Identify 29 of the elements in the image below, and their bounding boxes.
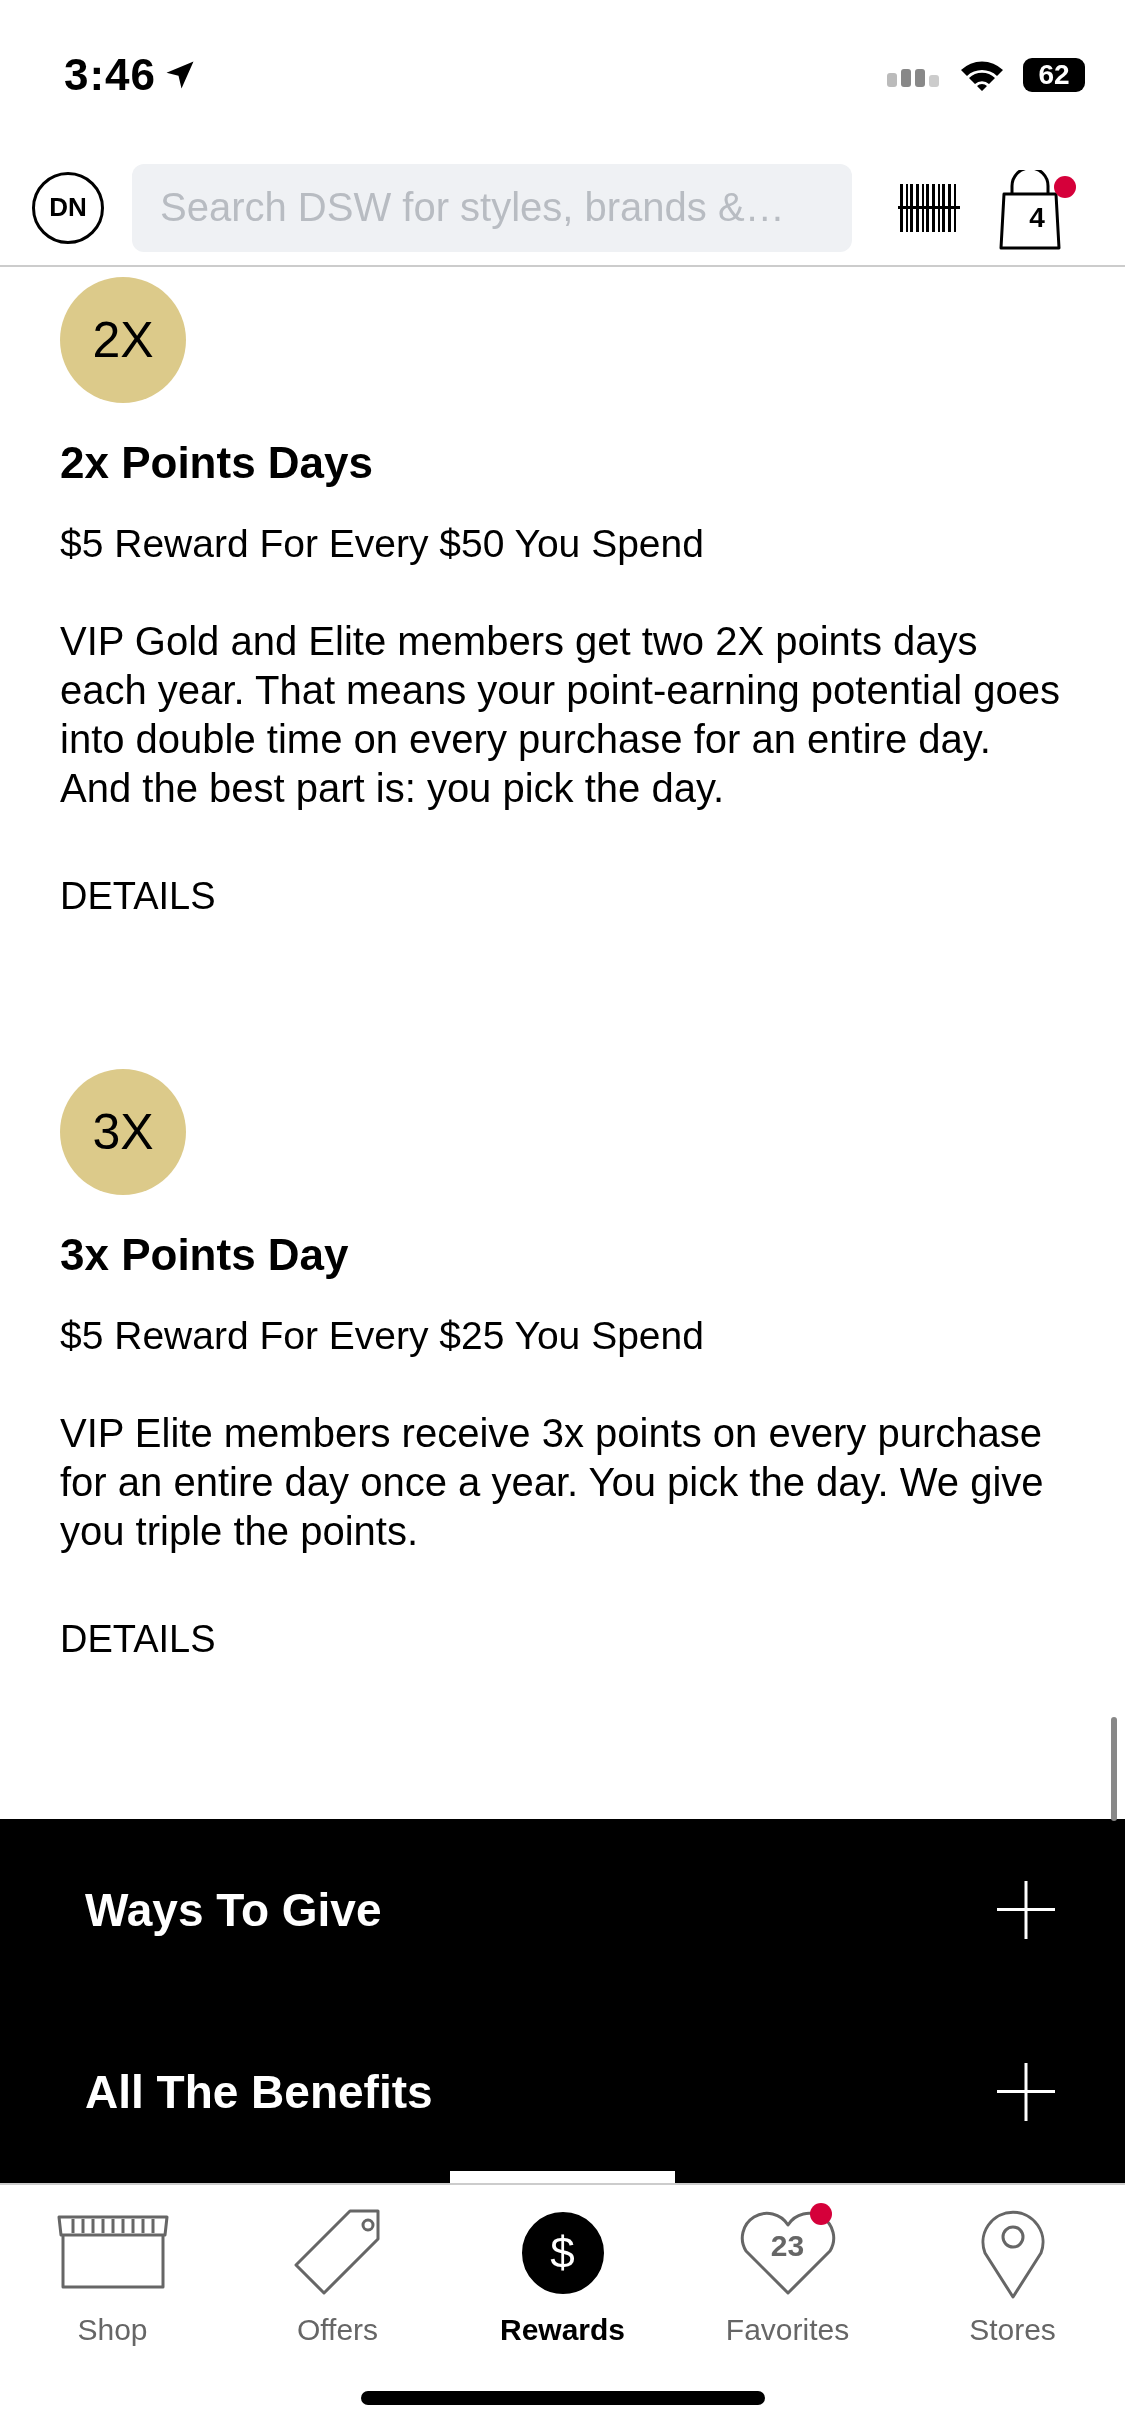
reward-subtitle: $5 Reward For Every $50 You Spend [60,521,704,567]
accordion-header[interactable]: Ways To Give [0,1819,1125,2001]
section-title: Ways To Give [85,1883,382,1937]
reward-description: VIP Gold and Elite members get two 2X points days each year. That means your point-earning potential goes into double time on every purchase for an entire day. And the best part is: you pick the day. [60,618,1061,812]
barcode-scanner-icon[interactable] [898,183,960,232]
multiplier-badge: 2X [60,277,186,403]
shopping-bag[interactable]: 4 [998,165,1076,250]
reward-title: 3x Points Day [60,1229,349,1281]
details-link[interactable]: DETAILS [60,1614,216,1664]
clock: 3:46 [64,50,157,100]
reward-description: VIP Elite members receive 3x points on every purchase for an entire day once a year. You pick the day. We give you triple the points. [60,1410,1045,1555]
tab-item[interactable]: 23 Favorites [675,2185,900,2360]
tab-item[interactable]: $ Rewards [450,2185,675,2360]
tab-item[interactable]: Stores [900,2185,1125,2360]
multiplier-badge: 3X [60,1069,186,1195]
shopping-bag-icon [998,169,1062,250]
details-link[interactable]: DETAILS [60,871,216,921]
section-title: All The Benefits [85,2065,433,2119]
battery-level: 62 [1038,59,1070,91]
dollar-icon: $ [521,2212,604,2294]
wifi-icon [959,58,1005,92]
reward-subtitle: $5 Reward For Every $25 You Spend [60,1313,704,1359]
favorites-count: 23 [769,2229,806,2263]
tab-item[interactable]: Shop [0,2185,225,2360]
tab-item[interactable]: Offers [225,2185,450,2360]
bag-count: 4 [1028,201,1046,234]
reward-title: 2x Points Days [60,437,374,489]
accordion-header[interactable]: All The Benefits [0,2001,1125,2183]
account-avatar[interactable]: DN [32,171,104,244]
